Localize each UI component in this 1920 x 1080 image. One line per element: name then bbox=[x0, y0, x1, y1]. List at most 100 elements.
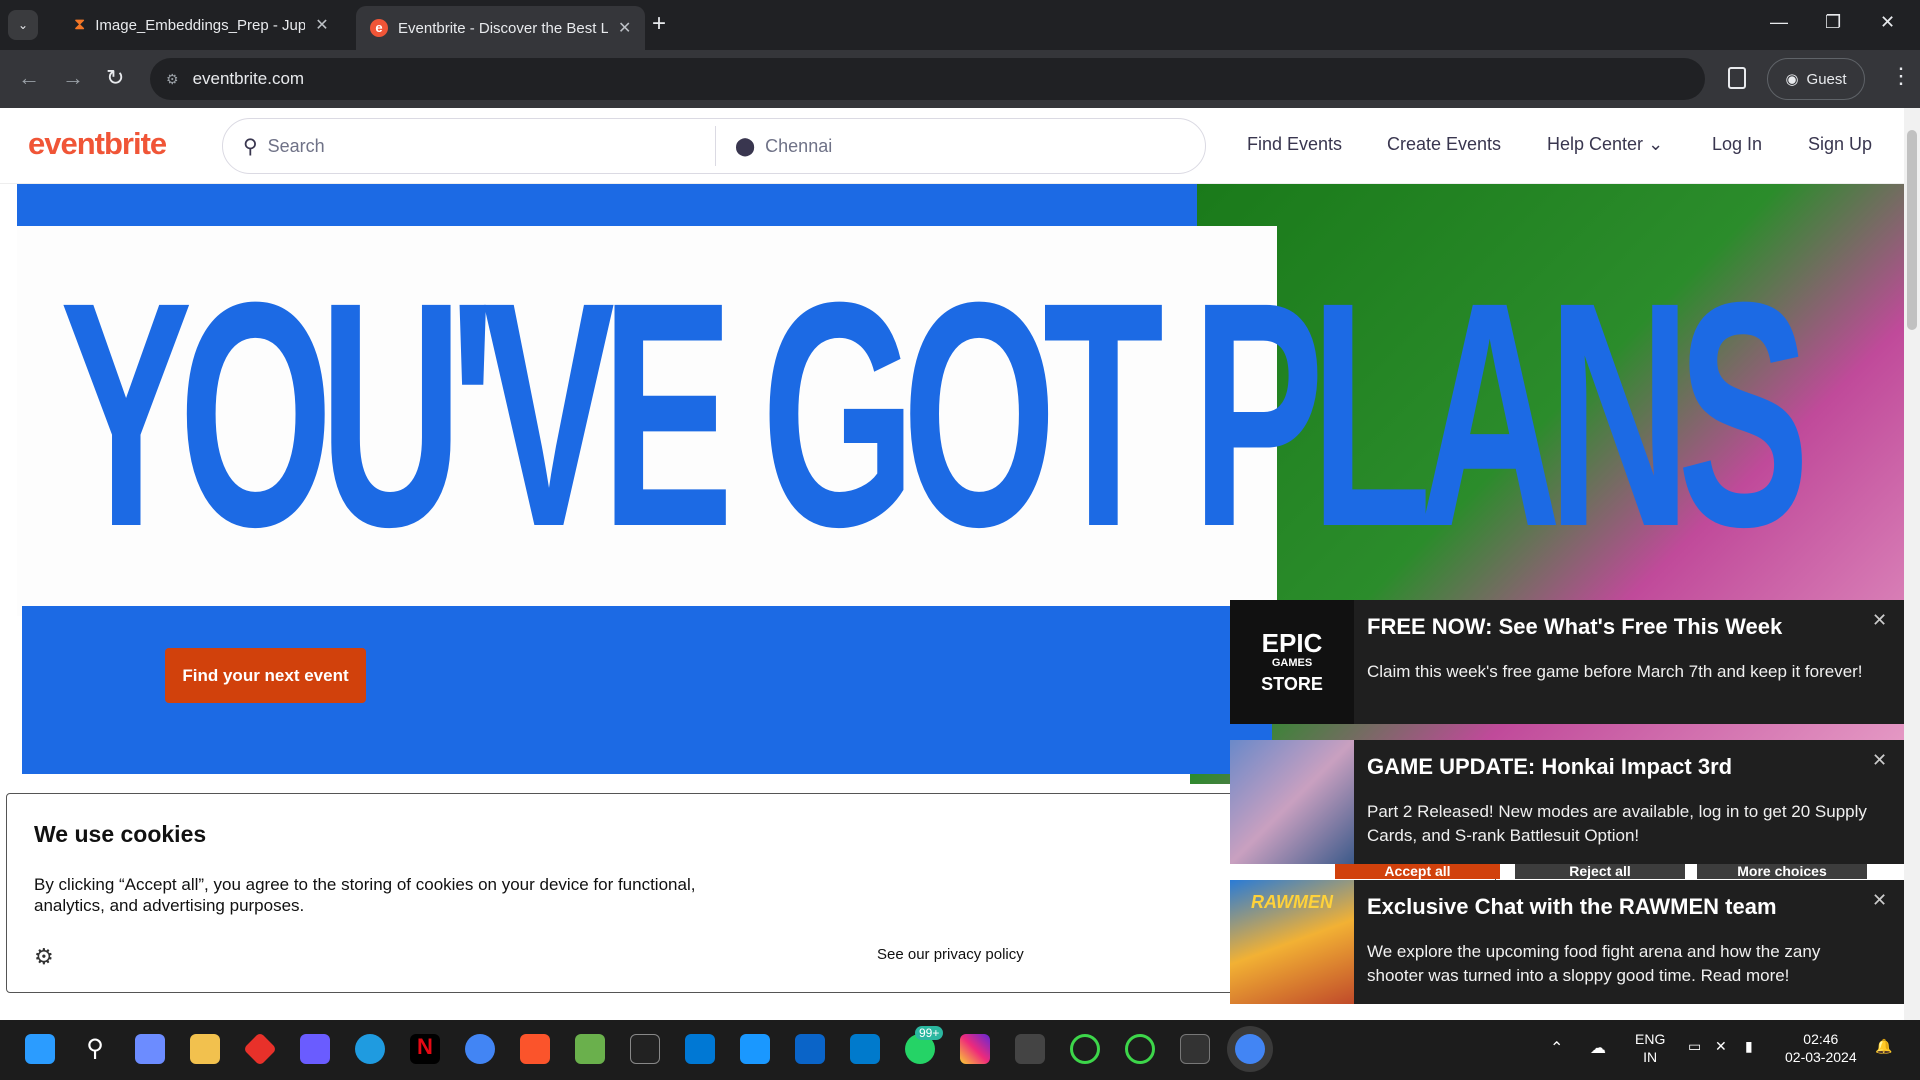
search-icon[interactable]: ⚲ bbox=[80, 1034, 110, 1064]
reject-all-button[interactable]: Reject all bbox=[1515, 863, 1685, 879]
chrome-active-icon[interactable] bbox=[1235, 1034, 1265, 1064]
clock-time: 02:46 bbox=[1803, 1031, 1839, 1047]
windows-taskbar: ⚲ N 99+ ⌃ ☁ ENG IN ▭ ✕ ▮ 02:46 02-03-202… bbox=[0, 1020, 1920, 1080]
reload-icon[interactable]: ↻ bbox=[106, 65, 124, 91]
language-indicator[interactable]: ENG IN bbox=[1635, 1030, 1665, 1066]
tab-jupyter[interactable]: ⧗ Image_Embeddings_Prep - Jupy ✕ bbox=[60, 6, 343, 44]
battery-icon[interactable]: ▮ bbox=[1745, 1038, 1753, 1055]
terminal-icon[interactable] bbox=[630, 1034, 660, 1064]
site-info-icon[interactable]: ⚙ bbox=[166, 71, 179, 88]
location-input[interactable]: ⬤ Chennai bbox=[715, 136, 832, 157]
widgets-icon[interactable] bbox=[135, 1034, 165, 1064]
page-scrollbar[interactable] bbox=[1904, 108, 1920, 1020]
nav-log-in[interactable]: Log In bbox=[1712, 134, 1762, 155]
onedrive-icon[interactable]: ☁ bbox=[1590, 1038, 1606, 1058]
windows-start-icon[interactable] bbox=[25, 1034, 55, 1064]
region-code: IN bbox=[1643, 1049, 1658, 1065]
epic-logo-line-1: EPIC bbox=[1261, 627, 1323, 658]
clock[interactable]: 02:46 02-03-2024 bbox=[1785, 1030, 1857, 1066]
photos-icon[interactable] bbox=[575, 1034, 605, 1064]
cookie-title: We use cookies bbox=[34, 821, 207, 847]
tab-eventbrite[interactable]: e Eventbrite - Discover the Best L ✕ bbox=[356, 6, 646, 50]
search-icon: ⚲ bbox=[243, 135, 258, 158]
notification-rawmen[interactable]: RAWMEN Exclusive Chat with the RAWMEN te… bbox=[1230, 880, 1904, 1004]
search-input[interactable]: ⚲ Search bbox=[223, 134, 715, 159]
edge-icon[interactable] bbox=[355, 1034, 385, 1064]
close-tab-icon[interactable]: ✕ bbox=[315, 15, 328, 35]
app-circle-icon[interactable] bbox=[1070, 1034, 1100, 1064]
nav-find-events[interactable]: Find Events bbox=[1247, 134, 1342, 155]
netflix-icon[interactable]: N bbox=[410, 1034, 440, 1064]
hero-headline: YOU'VE GOT PLANS bbox=[60, 235, 1810, 593]
chevron-down-icon: ⌄ bbox=[1648, 134, 1664, 154]
cmd-icon[interactable] bbox=[1180, 1034, 1210, 1064]
eventbrite-logo[interactable]: eventbrite bbox=[28, 126, 167, 162]
tab-search-dropdown-icon[interactable]: ⌄ bbox=[8, 10, 38, 40]
close-window-icon[interactable]: ✕ bbox=[1880, 12, 1895, 33]
hero-blue-strip-top bbox=[17, 184, 1197, 226]
address-bar[interactable]: ⚙ eventbrite.com bbox=[150, 58, 1705, 100]
nav-help-center[interactable]: Help Center ⌄ bbox=[1547, 134, 1663, 155]
copilot-icon[interactable] bbox=[300, 1034, 330, 1064]
accept-all-button[interactable]: Accept all bbox=[1335, 863, 1500, 879]
browser-tab-strip: ⌄ ⧗ Image_Embeddings_Prep - Jupy ✕ e Eve… bbox=[0, 0, 1920, 50]
rawmen-thumbnail: RAWMEN bbox=[1230, 880, 1354, 1004]
network-icon[interactable]: ▭ bbox=[1688, 1038, 1701, 1055]
notification-bell-icon[interactable]: 🔔 bbox=[1875, 1038, 1892, 1055]
location-value: Chennai bbox=[765, 135, 833, 156]
browser-toolbar: ← → ↻ ⚙ eventbrite.com ◉ Guest ⋮ bbox=[0, 50, 1920, 108]
clock-date: 02-03-2024 bbox=[1785, 1049, 1857, 1065]
eventbrite-icon: e bbox=[370, 19, 388, 37]
tab-title: Eventbrite - Discover the Best L bbox=[398, 19, 608, 37]
brave-icon[interactable] bbox=[520, 1034, 550, 1064]
privacy-policy-link[interactable]: See our privacy policy bbox=[877, 946, 1024, 963]
volume-muted-icon[interactable]: ✕ bbox=[1715, 1038, 1727, 1055]
search-placeholder: Search bbox=[267, 135, 325, 156]
side-panel-icon[interactable] bbox=[1728, 67, 1746, 89]
cookie-settings-icon[interactable]: ⚙ bbox=[34, 944, 54, 970]
notification-honkai[interactable]: GAME UPDATE: Honkai Impact 3rd Part 2 Re… bbox=[1230, 740, 1904, 864]
nav-sign-up[interactable]: Sign Up bbox=[1808, 134, 1872, 155]
profile-label: Guest bbox=[1806, 70, 1847, 88]
nav-create-events[interactable]: Create Events bbox=[1387, 134, 1501, 155]
lang-code: ENG bbox=[1635, 1031, 1666, 1047]
forward-icon[interactable]: → bbox=[62, 65, 84, 91]
location-pin-icon: ⬤ bbox=[735, 135, 756, 156]
epic-games-logo: EPIC GAMES STORE bbox=[1230, 600, 1354, 724]
cookie-text: By clicking “Accept all”, you agree to t… bbox=[34, 875, 696, 915]
instagram-icon[interactable] bbox=[960, 1034, 990, 1064]
notification-body: We explore the upcoming food fight arena… bbox=[1367, 942, 1821, 985]
vscode-icon[interactable] bbox=[850, 1034, 880, 1064]
app-circle-icon-2[interactable] bbox=[1125, 1034, 1155, 1064]
rawmen-logo: RAWMEN bbox=[1251, 892, 1333, 912]
search-divider bbox=[715, 126, 716, 166]
notification-body: Part 2 Released! New modes are available… bbox=[1367, 802, 1867, 845]
close-icon[interactable]: ✕ bbox=[1872, 610, 1887, 631]
new-tab-button[interactable]: + bbox=[652, 10, 666, 38]
chevron-up-icon[interactable]: ⌃ bbox=[1550, 1038, 1563, 1058]
close-icon[interactable]: ✕ bbox=[1872, 890, 1887, 911]
app-window-icon[interactable] bbox=[1015, 1034, 1045, 1064]
profile-button[interactable]: ◉ Guest bbox=[1767, 58, 1865, 100]
search-bar: ⚲ Search ⬤ Chennai bbox=[222, 118, 1206, 174]
browser-menu-icon[interactable]: ⋮ bbox=[1890, 63, 1912, 89]
close-tab-icon[interactable]: ✕ bbox=[618, 18, 631, 38]
chrome-icon[interactable] bbox=[465, 1034, 495, 1064]
file-explorer-icon[interactable] bbox=[190, 1034, 220, 1064]
back-icon[interactable]: ← bbox=[18, 65, 40, 91]
notification-title: Exclusive Chat with the RAWMEN team bbox=[1367, 894, 1777, 919]
close-icon[interactable]: ✕ bbox=[1872, 750, 1887, 771]
app-red-icon[interactable] bbox=[243, 1032, 277, 1066]
store-icon[interactable] bbox=[685, 1034, 715, 1064]
minimize-icon[interactable]: — bbox=[1770, 12, 1788, 33]
notification-epic-free[interactable]: EPIC GAMES STORE FREE NOW: See What's Fr… bbox=[1230, 600, 1904, 724]
whatsapp-badge: 99+ bbox=[915, 1026, 944, 1040]
hourglass-icon: ⧗ bbox=[74, 16, 86, 33]
restore-icon[interactable]: ❐ bbox=[1825, 12, 1841, 33]
find-next-event-button[interactable]: Find your next event bbox=[165, 648, 366, 703]
outlook-icon[interactable] bbox=[795, 1034, 825, 1064]
more-choices-button[interactable]: More choices bbox=[1697, 863, 1867, 879]
tab-title: Image_Embeddings_Prep - Jupy bbox=[95, 16, 306, 34]
prime-video-icon[interactable] bbox=[740, 1034, 770, 1064]
scrollbar-thumb[interactable] bbox=[1907, 130, 1917, 330]
